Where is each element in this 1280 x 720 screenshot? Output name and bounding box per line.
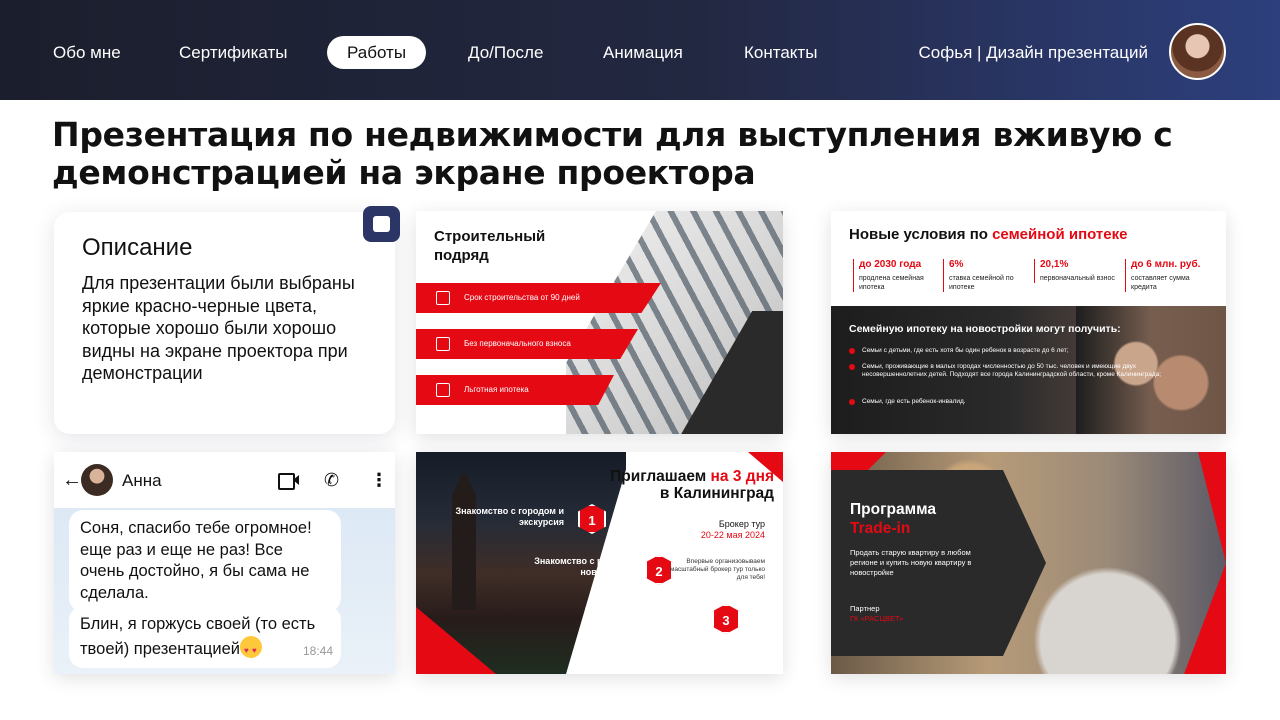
stat-block: 20,1% первоначальный взнос <box>1034 259 1116 283</box>
event-name: Брокер тур <box>718 519 765 529</box>
slide-title-accent: семейной ипотеке <box>992 226 1128 243</box>
nav-item-certificates[interactable]: Сертификаты <box>179 36 287 69</box>
bullet-item: Семьи с детьми, где есть хотя бы один ре… <box>849 347 1189 355</box>
slide-text: Продать старую квартиру в любом регионе … <box>850 548 972 577</box>
chat-message-text: Блин, я горжусь своей (то есть твоей) пр… <box>80 615 316 658</box>
chat-message: Соня, спасибо тебе огромное! еще раз и е… <box>69 510 341 612</box>
event-info: Брокер тур 20-22 мая 2024 <box>701 519 765 541</box>
chat-message: Блин, я горжусь своей (то есть твоей) пр… <box>69 606 341 668</box>
stat-label: ставка семейной по ипотеке <box>949 275 1014 291</box>
slide-title-line2: в Калининград <box>659 485 774 502</box>
page-title: Презентация по недвижимости для выступле… <box>52 115 1173 192</box>
slide-title: Программа Trade-in <box>850 500 936 538</box>
stat-value: до 6 млн. руб. <box>1131 259 1201 270</box>
description-title: Описание <box>82 234 193 261</box>
bullet-item: Семьи, где есть ребенок-инвалид. <box>849 398 1189 406</box>
expand-button[interactable] <box>363 206 400 242</box>
back-arrow-icon[interactable]: ← <box>62 469 82 492</box>
nav-item-before-after[interactable]: До/После <box>468 36 543 69</box>
money-icon <box>436 337 450 351</box>
square-icon <box>373 216 390 232</box>
more-icon[interactable]: ⋮ <box>370 470 390 490</box>
phone-icon[interactable]: ✆ <box>324 470 344 490</box>
stat-value: до 2030 года <box>859 259 922 270</box>
nav-item-contacts[interactable]: Контакты <box>744 36 817 69</box>
event-note: Впервые организовываем масштабный брокер… <box>669 558 765 581</box>
step-label: Знакомство с загородной недвижимостью <box>584 605 699 626</box>
step-label: Знакомство с рынком новостроек <box>534 556 632 577</box>
house-icon <box>436 383 450 397</box>
stat-value: 6% <box>949 259 964 270</box>
slide-item-label: Без первоначального взноса <box>464 339 571 348</box>
slide-title-prefix: Приглашаем <box>610 468 711 485</box>
stat-label: составляет сумма кредита <box>1131 275 1190 291</box>
slide-trade-in[interactable]: Программа Trade-in Продать старую кварти… <box>831 452 1226 674</box>
slide-item: Без первоначального взноса <box>416 329 638 359</box>
step-label: Знакомство с городом и экскурсия <box>455 506 564 527</box>
avatar[interactable] <box>1169 23 1226 80</box>
description-text: Для презентации были выбраны яркие красн… <box>82 273 355 383</box>
slide-item: Льготная ипотека <box>416 375 614 405</box>
nav-brand[interactable]: Софья | Дизайн презентаций <box>919 36 1148 69</box>
slide-title: Строительный подряд <box>434 227 545 265</box>
stat-block: до 6 млн. руб. составляет сумма кредита <box>1125 259 1217 292</box>
top-nav: Обо мне Сертификаты Работы До/После Аним… <box>0 0 1280 100</box>
slide-title-line2: подряд <box>434 247 489 264</box>
slide-title: Новые условия по семейной ипотеке <box>849 226 1127 243</box>
nav-item-animation[interactable]: Анимация <box>603 36 683 69</box>
heart-eyes-emoji-icon <box>240 635 262 661</box>
chat-header: ← Анна ✆ ⋮ <box>54 452 395 508</box>
stat-value: 20,1% <box>1040 259 1069 270</box>
slide-title-accent: на 3 дня <box>710 468 774 485</box>
slide-item-label: Срок строительства от 90 дней <box>464 293 580 302</box>
slide-title-prefix: Новые условия по <box>849 226 993 243</box>
description-card: Описание Для презентации были выбраны яр… <box>54 212 395 434</box>
message-time: 18:44 <box>302 643 333 658</box>
stat-label: первоначальный взнос <box>1040 275 1115 282</box>
slide-title-line1: Программа <box>850 501 936 518</box>
bullet-item: Семьи, проживающие в малых городах числе… <box>849 363 1189 379</box>
stat-label: продлена семейная ипотека <box>859 275 924 291</box>
stat-block: до 2030 года продлена семейная ипотека <box>853 259 937 292</box>
stat-block: 6% ставка семейной по ипотеке <box>943 259 1025 292</box>
video-call-icon[interactable] <box>278 470 299 490</box>
partner-block: Партнер ГК «РАСЦВЕТ» <box>850 604 903 624</box>
slide-title-line1: Строительный <box>434 228 546 245</box>
slide-family-mortgage[interactable]: Новые условия по семейной ипотеке до 203… <box>831 211 1226 434</box>
nav-item-about[interactable]: Обо мне <box>53 36 121 69</box>
chat-screenshot[interactable]: ← Анна ✆ ⋮ Соня, спасибо тебе огромное! … <box>54 452 395 674</box>
slide-subtitle: Семейную ипотеку на новостройки могут по… <box>849 323 1121 335</box>
slide-title: Приглашаем на 3 дня в Калининград <box>594 468 774 502</box>
worker-icon <box>436 291 450 305</box>
slide-construction[interactable]: Строительный подряд Срок строительства о… <box>416 211 783 434</box>
slide-item-label: Льготная ипотека <box>464 385 529 394</box>
nav-item-works[interactable]: Работы <box>327 36 427 69</box>
contact-avatar <box>81 464 113 496</box>
slide-title-accent: Trade-in <box>850 520 911 537</box>
event-date: 20-22 мая 2024 <box>700 530 765 540</box>
partner-name: ГК «РАСЦВЕТ» <box>850 614 904 623</box>
contact-name: Анна <box>122 471 162 490</box>
slide-item: Срок строительства от 90 дней <box>416 283 661 313</box>
slide-kaliningrad-tour[interactable]: Приглашаем на 3 дня в Калининград Знаком… <box>416 452 783 674</box>
partner-label: Партнер <box>850 604 880 613</box>
